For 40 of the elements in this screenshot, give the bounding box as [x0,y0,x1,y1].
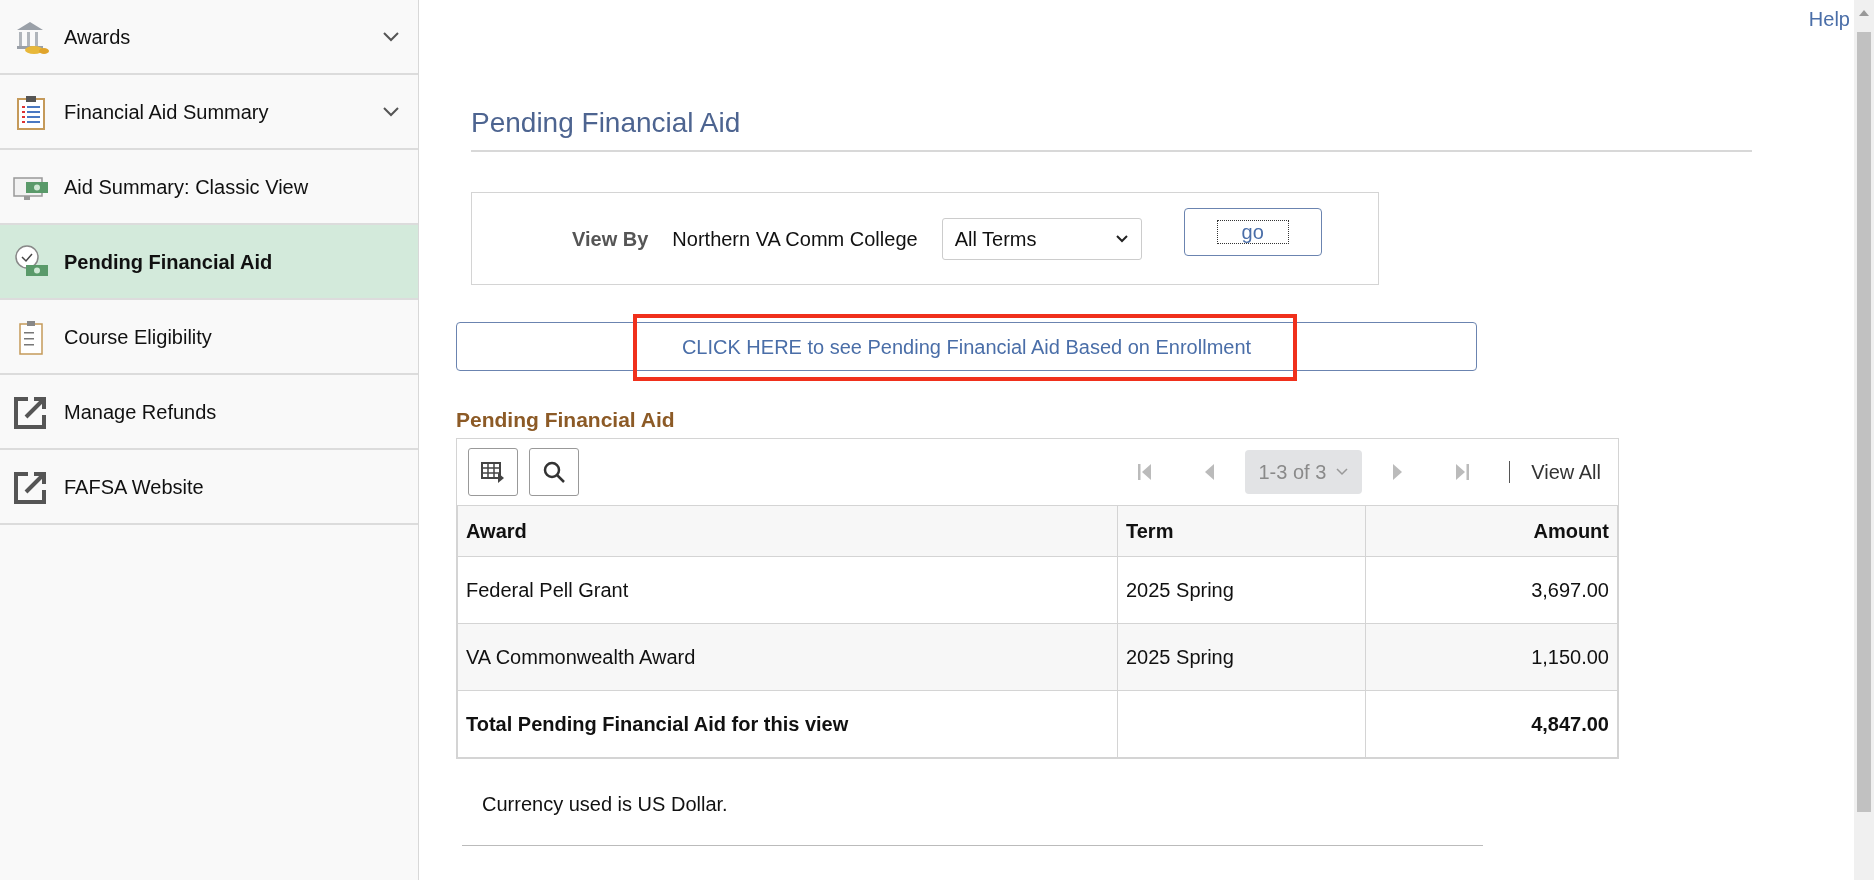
search-icon [543,460,565,483]
sidebar-item-label: Course Eligibility [64,324,213,350]
sidebar-item-label: Awards [64,24,132,50]
sidebar-item[interactable]: Pending Financial Aid [0,225,418,300]
page-title: Pending Financial Aid [471,102,1752,152]
table-cell: Federal Pell Grant [466,578,629,601]
caret-icon [1114,233,1129,244]
institution-name: Northern VA Comm College [672,226,918,252]
column-header: Term [1117,505,1366,556]
help-link[interactable]: Help [1808,8,1850,30]
view-all-link[interactable]: View All [1531,456,1607,487]
table-cell: 1,150.00 [1531,645,1609,668]
grid-search-button[interactable] [529,447,579,496]
enrollment-link-button[interactable]: CLICK HERE to see Pending Financial Aid Based on Enrollment [456,322,1477,371]
chevron-down-icon[interactable] [382,105,400,118]
table-cell: 3,697.00 [1531,578,1609,601]
currency-note: Currency used is US Dollar. [482,791,729,817]
grid-settings-button[interactable] [468,447,518,496]
sidebar-item-label: Pending Financial Aid [64,249,274,275]
table-cell: 4,847.00 [1531,712,1609,735]
sidebar-item-label: FAFSA Website [64,474,205,500]
table-cell: 2025 Spring [1126,645,1234,668]
table-cell: VA Commonwealth Award [466,645,696,668]
caret-icon [1336,467,1349,476]
table-cell: Total Pending Financial Aid for this view [466,712,849,735]
term-select[interactable]: All Terms [941,217,1142,260]
table-cell: 2025 Spring [1126,578,1234,601]
chevron-down-icon[interactable] [382,30,400,43]
column-header: Amount [1365,505,1618,556]
sidebar-item-label: Aid Summary: Classic View [64,174,310,200]
table-icon [481,460,505,483]
go-button[interactable]: go [1183,207,1322,256]
scroll-up-icon[interactable] [1858,8,1870,18]
sidebar-item-label: Financial Aid Summary [64,99,270,125]
scrollbar-thumb[interactable] [1857,32,1871,812]
grid-title: Pending Financial Aid [456,407,676,433]
scrollbar[interactable] [1854,0,1874,880]
sidebar-item-label: Manage Refunds [64,399,218,425]
view-by-label: View By [572,226,649,252]
column-header: Award [457,505,1118,556]
